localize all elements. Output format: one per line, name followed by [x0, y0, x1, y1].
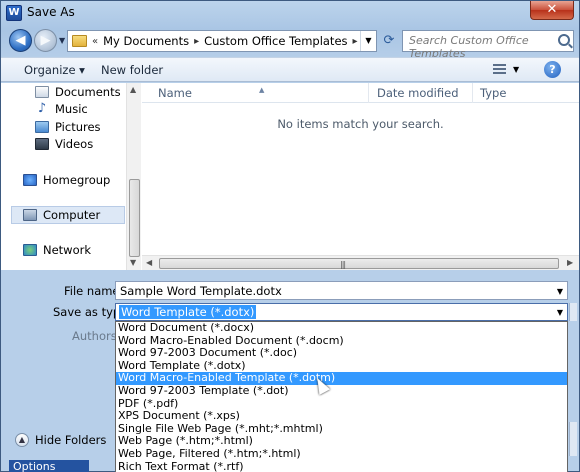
command-toolbar: Organize ▾ New folder ▼ ?	[1, 57, 579, 82]
address-bar[interactable]: « My Documents ▸ Custom Office Templates…	[67, 30, 377, 52]
type-option-rtf[interactable]: Rich Text Format (*.rtf)	[116, 460, 567, 472]
column-divider[interactable]	[368, 83, 369, 103]
empty-folder-message: No items match your search.	[277, 117, 444, 131]
scroll-left-icon[interactable]: ◀	[146, 258, 152, 267]
column-header-row: ▲ Name Date modified Type	[142, 83, 579, 103]
hide-folders-label: Hide Folders	[35, 433, 107, 447]
column-header-date-modified[interactable]: Date modified	[377, 86, 459, 100]
documents-icon	[35, 86, 49, 98]
save-as-type-dropdown-list[interactable]: Word Document (*.docx) Word Macro-Enable…	[115, 321, 568, 472]
sidebar-item-pictures[interactable]: Pictures	[35, 120, 101, 134]
save-as-dialog: W Save As ✕ ◀ ▶ ▼ « My Documents ▸ Custo…	[0, 0, 580, 472]
authors-label: Authors:	[72, 329, 121, 343]
sidebar-item-network[interactable]: Network	[23, 243, 91, 257]
navigation-bar: ◀ ▶ ▼ « My Documents ▸ Custom Office Tem…	[1, 27, 579, 60]
sidebar-item-homegroup[interactable]: Homegroup	[23, 173, 110, 187]
chevron-icon[interactable]: «	[92, 36, 98, 47]
chevron-down-icon[interactable]: ▼	[557, 308, 563, 317]
breadcrumb-custom-office-templates[interactable]: Custom Office Templates	[204, 34, 347, 48]
search-icon	[558, 34, 570, 46]
sidebar-item-label: Computer	[43, 208, 101, 222]
options-tab[interactable]: Options	[9, 460, 89, 472]
chevron-right-icon[interactable]: ▸	[194, 36, 199, 47]
navigation-pane-scrollbar[interactable]: ▲ ▼	[126, 83, 141, 270]
sidebar-item-label: Homegroup	[43, 173, 111, 187]
hide-folders-button[interactable]: ▲ Hide Folders	[15, 433, 106, 447]
scrollbar-thumb[interactable]: |||	[159, 258, 559, 269]
sidebar-item-label: Music	[55, 102, 88, 116]
chevron-down-icon[interactable]: ▼	[557, 287, 563, 296]
navigation-pane: Documents ♪ Music Pictures Videos Homegr…	[1, 83, 126, 270]
sidebar-item-label: Videos	[55, 137, 94, 151]
type-option-htm-filtered[interactable]: Web Page, Filtered (*.htm;*.html)	[116, 447, 567, 461]
pictures-icon	[35, 121, 49, 133]
horizontal-scrollbar[interactable]: ◀ ||| ▶	[142, 255, 579, 270]
scroll-up-icon[interactable]: ▲	[130, 85, 136, 94]
forward-button[interactable]: ▶	[34, 29, 57, 52]
refresh-icon[interactable]: ⟳	[379, 30, 399, 52]
sidebar-item-videos[interactable]: Videos	[35, 137, 93, 151]
file-list: ▲ Name Date modified Type No items match…	[142, 83, 579, 270]
help-icon[interactable]: ?	[544, 61, 561, 78]
title-bar: W Save As ✕	[1, 1, 579, 25]
filename-value: Sample Word Template.dotx	[120, 284, 282, 298]
filename-field[interactable]: Sample Word Template.dotx ▼	[115, 281, 568, 300]
breadcrumb-my-documents[interactable]: My Documents	[103, 34, 189, 48]
scroll-right-icon[interactable]: ▶	[567, 258, 573, 267]
dialog-edge	[569, 422, 577, 456]
folder-icon	[72, 35, 87, 47]
network-icon	[23, 244, 37, 256]
word-app-icon: W	[6, 5, 22, 21]
chevron-up-icon: ▲	[15, 433, 29, 447]
chevron-right-icon[interactable]: ▸	[353, 36, 358, 47]
search-input[interactable]: Search Custom Office Templates	[402, 30, 574, 60]
sort-ascending-icon: ▲	[259, 86, 265, 94]
back-button[interactable]: ◀	[9, 29, 32, 52]
scroll-down-icon[interactable]: ▼	[130, 258, 136, 267]
column-header-name[interactable]: Name	[158, 86, 192, 100]
scrollbar-thumb[interactable]	[129, 179, 140, 257]
type-option-dot[interactable]: Word 97-2003 Template (*.dot)	[116, 384, 567, 398]
computer-icon	[23, 209, 37, 221]
browser-pane: Documents ♪ Music Pictures Videos Homegr…	[1, 83, 579, 270]
dialog-edge	[569, 303, 577, 321]
sidebar-item-label: Pictures	[55, 120, 101, 134]
homegroup-icon	[23, 174, 37, 186]
column-divider[interactable]	[472, 83, 473, 103]
new-folder-button[interactable]: New folder	[101, 63, 163, 77]
videos-icon	[35, 138, 49, 150]
type-option-doc[interactable]: Word 97-2003 Document (*.doc)	[116, 347, 567, 360]
save-as-type-select[interactable]: Word Template (*.dotx) ▼	[115, 303, 568, 321]
sidebar-item-computer[interactable]: Computer	[23, 208, 100, 222]
organize-button[interactable]: Organize ▾	[24, 63, 85, 77]
close-button[interactable]: ✕	[530, 1, 574, 20]
music-icon: ♪	[37, 101, 47, 116]
type-option-xps[interactable]: XPS Document (*.xps)	[116, 410, 567, 423]
sidebar-item-label: Network	[43, 243, 92, 257]
sidebar-item-music[interactable]: ♪ Music	[35, 102, 88, 116]
column-header-type[interactable]: Type	[480, 86, 506, 100]
scrollbar-grip-icon: |||	[340, 260, 346, 269]
sidebar-item-label: Documents	[55, 85, 121, 99]
address-dropdown-button[interactable]: ▼	[360, 31, 376, 51]
change-view-icon[interactable]	[493, 64, 506, 75]
recent-locations-dropdown[interactable]: ▼	[59, 36, 65, 45]
view-options-dropdown[interactable]: ▼	[513, 65, 519, 74]
window-title: Save As	[27, 5, 75, 19]
sidebar-item-documents[interactable]: Documents	[35, 85, 121, 99]
type-option-docx[interactable]: Word Document (*.docx)	[116, 322, 567, 335]
save-as-type-value: Word Template (*.dotx)	[119, 305, 257, 319]
